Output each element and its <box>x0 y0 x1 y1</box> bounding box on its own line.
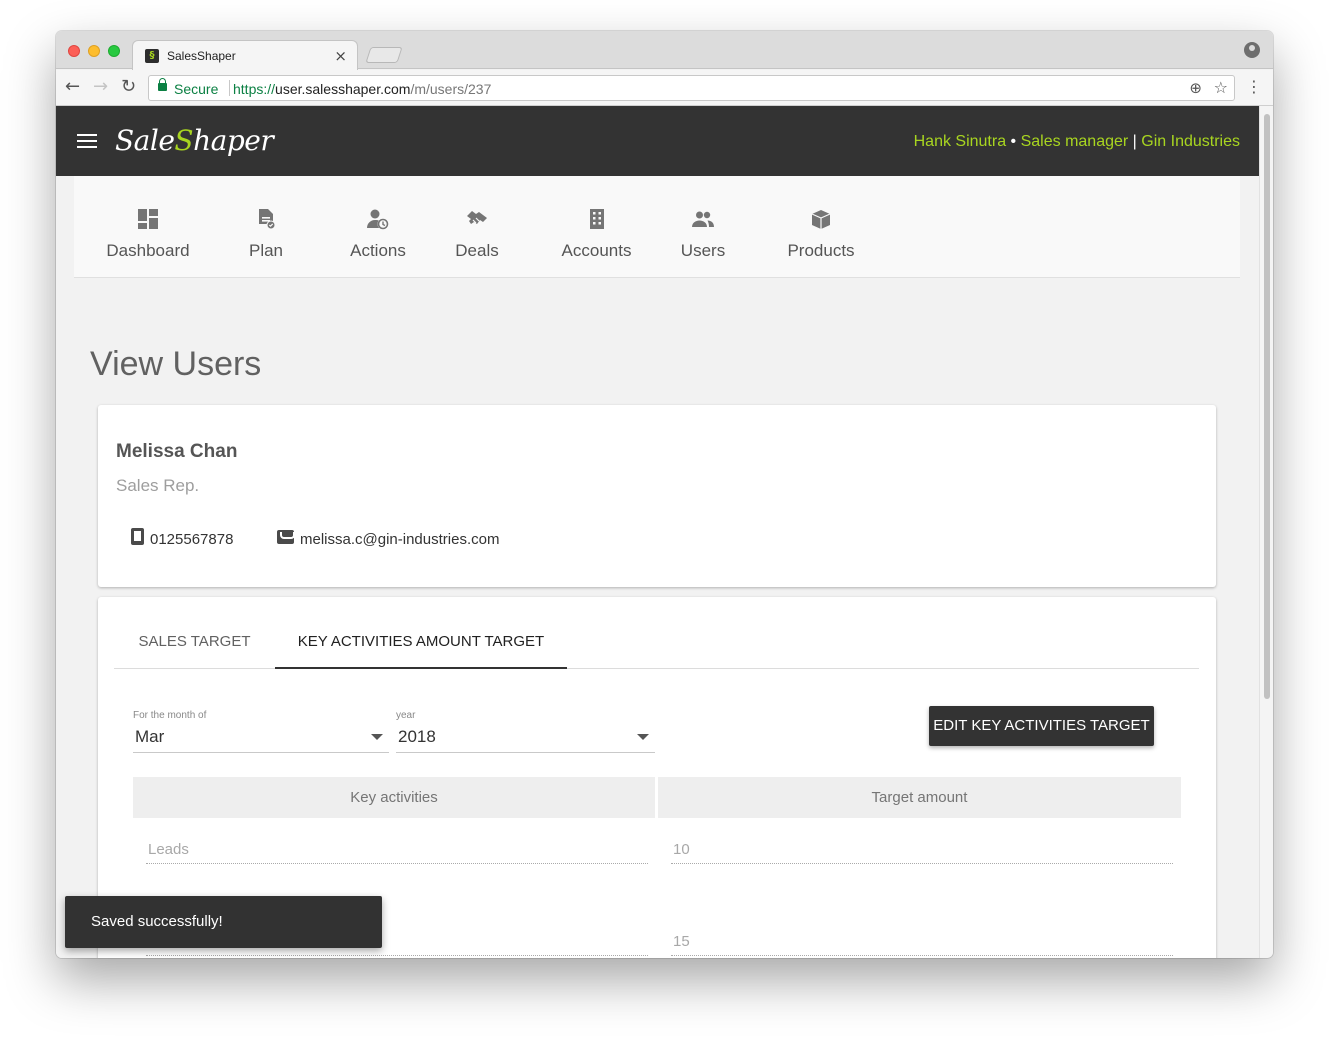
nav-item-accounts[interactable]: Accounts <box>542 176 651 278</box>
nav-item-deals[interactable]: Deals <box>446 176 508 278</box>
user-full-name: Melissa Chan <box>116 441 238 462</box>
nav-label-plan: Plan <box>248 241 284 260</box>
back-arrow-icon[interactable]: ← <box>65 78 80 96</box>
nav-item-products[interactable]: Products <box>769 176 873 278</box>
nav-label-users: Users <box>680 241 726 260</box>
address-bar[interactable]: Secure https://user.salesshaper.com/m/us… <box>148 75 1235 101</box>
nav-label-products: Products <box>787 241 855 260</box>
app-bar: SaleShaper Hank Sinutra • Sales manager … <box>56 106 1259 176</box>
tab-strip: § SalesShaper × <box>56 31 1273 70</box>
salesshaper-logo[interactable]: SaleShaper <box>115 124 274 157</box>
logo-accent: S <box>174 124 194 157</box>
minimize-window-button[interactable] <box>88 45 100 57</box>
column-header-key-activities: Key activities <box>133 777 655 818</box>
secure-label: Secure <box>174 81 219 97</box>
snackbar-toast: Saved successfully! <box>65 896 382 948</box>
phone-contact[interactable]: 0125567878 <box>131 528 234 548</box>
nav-label-actions: Actions <box>350 241 406 260</box>
maximize-window-button[interactable] <box>108 45 120 57</box>
address-separator <box>229 80 230 96</box>
browser-toolbar: ← → ↻ Secure https://user.salesshaper.co… <box>56 70 1273 106</box>
nav-label-dashboard: Dashboard <box>106 241 190 260</box>
company-name: Gin Industries <box>1141 133 1240 150</box>
page-viewport: SaleShaper Hank Sinutra • Sales manager … <box>56 106 1259 958</box>
year-select[interactable]: year 2018 <box>396 705 655 753</box>
url-path: /m/users/237 <box>410 81 492 97</box>
users-icon <box>692 211 714 227</box>
actions-icon <box>367 209 389 230</box>
hamburger-menu-icon[interactable] <box>77 134 97 148</box>
nav-item-users[interactable]: Users <box>671 176 735 278</box>
activity-cell: Leads <box>146 838 648 864</box>
box-icon <box>811 210 831 229</box>
logo-text-start: Sale <box>115 124 175 157</box>
user-profile-card: Melissa Chan Sales Rep. 0125567878 melis… <box>98 405 1216 587</box>
nav-item-actions[interactable]: Actions <box>332 176 424 278</box>
favicon-icon: § <box>145 49 159 63</box>
year-select-value: 2018 <box>398 727 436 746</box>
close-window-button[interactable] <box>68 45 80 57</box>
user-name: Hank Sinutra <box>913 133 1007 150</box>
dropdown-arrow-icon <box>637 734 649 740</box>
month-select-value: Mar <box>135 727 165 746</box>
page-scrollbar[interactable] <box>1259 106 1273 958</box>
year-select-label: year <box>396 710 416 721</box>
lock-icon <box>158 78 167 91</box>
email-contact[interactable]: melissa.c@gin-industries.com <box>277 529 500 548</box>
dot-separator: • <box>1006 133 1021 150</box>
user-role-label: Sales Rep. <box>116 476 200 495</box>
mail-icon <box>277 529 295 544</box>
building-icon <box>589 209 604 229</box>
url-text[interactable]: https://user.salesshaper.com/m/users/237 <box>233 81 491 97</box>
dashboard-icon <box>138 209 158 229</box>
tab-title: SalesShaper <box>167 49 236 63</box>
page-title: View Users <box>90 345 262 383</box>
main-nav: Dashboard Plan Actions Deals Accounts Us… <box>74 176 1240 278</box>
nav-item-plan[interactable]: Plan <box>229 176 303 278</box>
user-info[interactable]: Hank Sinutra • Sales manager | Gin Indus… <box>914 133 1240 151</box>
zoom-icon[interactable]: ⊕ <box>1189 79 1202 97</box>
month-select[interactable]: For the month of Mar <box>133 705 389 753</box>
browser-window: § SalesShaper × ← → ↻ Secure https://use… <box>56 31 1273 958</box>
tab-close-icon[interactable]: × <box>334 47 347 65</box>
month-select-label: For the month of <box>133 710 207 721</box>
scrollbar-thumb[interactable] <box>1264 114 1270 699</box>
target-amount-cell: 10 <box>671 838 1173 864</box>
target-amount-cell: 15 <box>671 930 1173 956</box>
url-host: user.salesshaper.com <box>275 81 411 97</box>
reload-icon[interactable]: ↻ <box>121 78 136 96</box>
dropdown-arrow-icon <box>371 734 383 740</box>
nav-label-accounts: Accounts <box>561 241 632 260</box>
target-tabs: SALES TARGET KEY ACTIVITIES AMOUNT TARGE… <box>114 621 1199 669</box>
nav-label-deals: Deals <box>455 241 499 260</box>
column-header-target-amount: Target amount <box>658 777 1181 818</box>
user-role: Sales manager <box>1020 133 1129 150</box>
bar-separator: | <box>1128 133 1142 150</box>
forward-arrow-icon[interactable]: → <box>93 78 108 96</box>
new-tab-button[interactable] <box>365 47 403 63</box>
edit-key-activities-target-button[interactable]: EDIT KEY ACTIVITIES TARGET <box>929 706 1154 746</box>
email-address: melissa.c@gin-industries.com <box>300 531 500 548</box>
logo-text-end: haper <box>193 124 274 157</box>
profile-icon[interactable] <box>1244 42 1260 58</box>
bookmark-star-icon[interactable]: ☆ <box>1214 78 1228 97</box>
tab-key-activities-target[interactable]: KEY ACTIVITIES AMOUNT TARGET <box>275 621 567 669</box>
phone-icon <box>131 528 144 545</box>
handshake-icon <box>467 211 487 224</box>
browser-tab[interactable]: § SalesShaper × <box>132 40 358 70</box>
nav-item-dashboard[interactable]: Dashboard <box>92 176 204 278</box>
url-scheme: https:// <box>233 81 276 97</box>
tab-sales-target[interactable]: SALES TARGET <box>114 621 275 669</box>
browser-menu-icon[interactable]: ⋮ <box>1246 77 1262 96</box>
phone-number: 0125567878 <box>150 531 234 548</box>
plan-icon <box>259 209 276 230</box>
